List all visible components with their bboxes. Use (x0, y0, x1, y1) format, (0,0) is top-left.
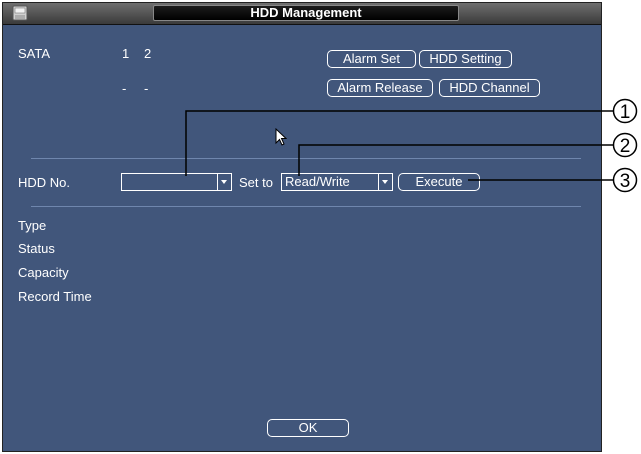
callout-number-3: 3 (620, 171, 631, 192)
callout-number-1: 1 (620, 102, 631, 123)
callout-line-2 (298, 144, 613, 176)
callout-overlay: 1 2 3 (185, 98, 638, 193)
callout-line-1 (185, 110, 613, 176)
callout-number-2: 2 (620, 136, 631, 157)
